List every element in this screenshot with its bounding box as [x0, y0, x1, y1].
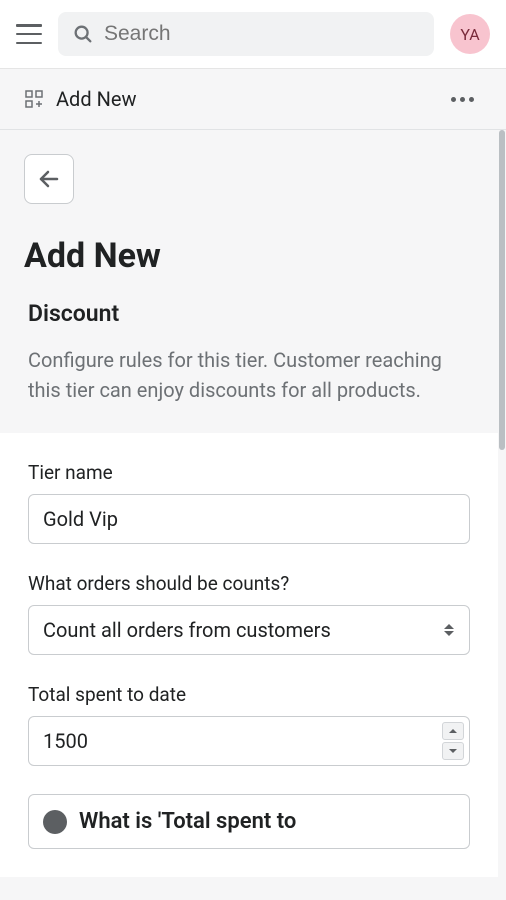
back-button[interactable]	[24, 154, 74, 204]
section-heading: Discount	[28, 300, 470, 327]
tier-name-input[interactable]	[28, 494, 470, 544]
scrollbar-thumb[interactable]	[499, 130, 505, 450]
info-icon	[43, 810, 67, 834]
total-spent-input[interactable]	[28, 716, 470, 766]
order-count-select[interactable]: Count all orders from customers	[28, 605, 470, 655]
menu-button[interactable]	[16, 24, 42, 44]
avatar[interactable]: YA	[450, 14, 490, 54]
section-description: Configure rules for this tier. Customer …	[28, 345, 470, 405]
stepper-up-button[interactable]	[442, 722, 464, 740]
search-icon	[72, 23, 94, 45]
total-spent-label: Total spent to date	[28, 683, 470, 706]
tier-name-label: Tier name	[28, 461, 470, 484]
stepper-down-button[interactable]	[442, 742, 464, 760]
page-title: Add New	[24, 236, 474, 276]
more-options-button[interactable]	[443, 89, 482, 110]
subheader-title: Add New	[56, 87, 136, 111]
order-count-label: What orders should be counts?	[28, 572, 470, 595]
scrollbar[interactable]	[498, 130, 506, 892]
search-input[interactable]	[104, 22, 420, 46]
info-panel: What is 'Total spent to	[28, 794, 470, 849]
info-heading: What is 'Total spent to	[79, 809, 296, 834]
arrow-left-icon	[37, 167, 61, 191]
search-field[interactable]	[58, 12, 434, 56]
app-icon	[24, 89, 44, 109]
